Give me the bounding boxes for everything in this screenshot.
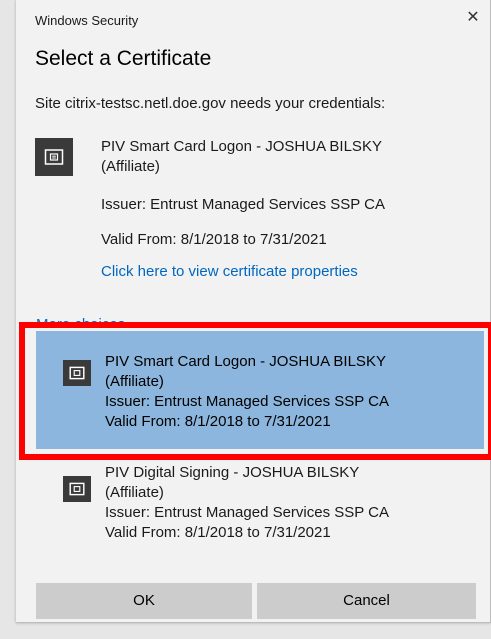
primary-cert-name: PIV Smart Card Logon - JOSHUA BILSKY (Af… [101, 137, 382, 177]
choice-name-line2: (Affiliate) [105, 373, 164, 390]
certificate-choice[interactable]: PIV Digital Signing - JOSHUA BILSKY (Aff… [36, 455, 484, 555]
ok-button[interactable]: OK [36, 583, 252, 619]
certificate-card-icon [63, 360, 91, 386]
dialog-heading: Select a Certificate [35, 47, 212, 70]
certificate-card-icon [35, 138, 73, 176]
view-certificate-properties-link[interactable]: Click here to view certificate propertie… [101, 263, 358, 280]
close-icon[interactable]: ✕ [464, 9, 482, 27]
more-choices-link[interactable]: More choices [36, 314, 125, 328]
choice-valid: Valid From: 8/1/2018 to 7/31/2021 [105, 524, 331, 541]
choice-name-line2: (Affiliate) [105, 484, 164, 501]
primary-cert-name-line1: PIV Smart Card Logon - JOSHUA BILSKY [101, 138, 382, 155]
primary-cert-name-line2: (Affiliate) [101, 158, 160, 175]
primary-cert-issuer: Issuer: Entrust Managed Services SSP CA [101, 196, 386, 213]
choice-issuer: Issuer: Entrust Managed Services SSP CA [105, 504, 390, 521]
window-title: Windows Security [35, 13, 139, 28]
choice-name-line1: PIV Smart Card Logon - JOSHUA BILSKY [105, 353, 386, 370]
choice-name-line1: PIV Digital Signing - JOSHUA BILSKY [105, 464, 360, 481]
choice-valid: Valid From: 8/1/2018 to 7/31/2021 [105, 413, 331, 430]
certificate-card-icon [63, 476, 91, 502]
site-credentials-message: Site citrix-testsc.netl.doe.gov needs yo… [35, 95, 386, 112]
certificate-dialog: Windows Security ✕ Select a Certificate … [16, 0, 491, 623]
choice-issuer: Issuer: Entrust Managed Services SSP CA [105, 393, 390, 410]
cancel-button[interactable]: Cancel [257, 583, 476, 619]
choice-text: PIV Smart Card Logon - JOSHUA BILSKY (Af… [105, 352, 389, 432]
certificate-choice-selected[interactable]: PIV Smart Card Logon - JOSHUA BILSKY (Af… [36, 331, 484, 449]
primary-cert-valid: Valid From: 8/1/2018 to 7/31/2021 [101, 231, 327, 248]
choice-text: PIV Digital Signing - JOSHUA BILSKY (Aff… [105, 463, 389, 543]
